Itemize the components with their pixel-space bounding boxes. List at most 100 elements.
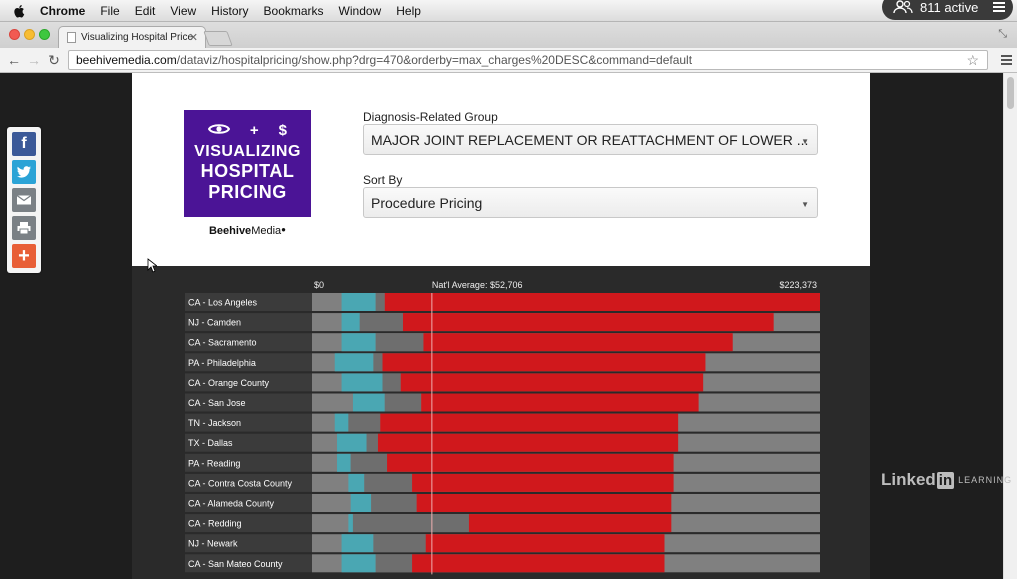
bookmark-star-icon[interactable]: ☆: [966, 52, 979, 69]
watermark-sub: LEARNING: [958, 475, 1013, 485]
menu-window[interactable]: Window: [339, 4, 382, 18]
hamburger-icon[interactable]: [993, 2, 1005, 14]
pricing-chart-svg: $0 Nat'l Average: $52,706 $223,373 CA - …: [185, 280, 820, 575]
row-label: CA - San Mateo County: [188, 559, 283, 569]
browser-tab[interactable]: Visualizing Hospital Price ✕: [58, 26, 206, 48]
chart-row[interactable]: CA - Los Angeles: [185, 293, 820, 311]
drg-label: Diagnosis-Related Group: [363, 110, 498, 124]
mac-menu-bar: Chrome File Edit View History Bookmarks …: [0, 0, 1017, 22]
share-sidebar: f +: [7, 127, 41, 273]
chart-row[interactable]: PA - Reading: [185, 453, 820, 472]
charge-bar: [380, 413, 679, 432]
payment-bar: [348, 514, 353, 533]
row-label: CA - San Jose: [188, 398, 246, 408]
mouse-cursor-icon: [147, 258, 157, 273]
row-label: NJ - Camden: [188, 318, 241, 328]
url-path: /dataviz/hospitalpricing/show.php?drg=47…: [176, 53, 693, 67]
gap-bar: [373, 353, 383, 372]
chart-row[interactable]: NJ - Newark: [185, 534, 820, 553]
chart-row[interactable]: CA - Contra Costa County: [185, 473, 820, 492]
gap-bar: [359, 313, 403, 332]
charge-bar: [384, 293, 820, 311]
page-viewport: + $ VISUALIZING HOSPITAL PRICING Beehive…: [0, 73, 1017, 579]
chart-row[interactable]: CA - Sacramento: [185, 333, 820, 352]
more-share-button[interactable]: +: [12, 244, 36, 268]
logo-line-1: VISUALIZING: [194, 143, 301, 160]
charge-bar: [421, 393, 699, 412]
header-panel: + $ VISUALIZING HOSPITAL PRICING Beehive…: [132, 73, 870, 266]
browser-toolbar: ← → ↻ beehivemedia.com/dataviz/hospitalp…: [0, 48, 1017, 73]
row-label: CA - Orange County: [188, 378, 270, 388]
page-content: + $ VISUALIZING HOSPITAL PRICING Beehive…: [132, 73, 870, 579]
apple-icon[interactable]: [12, 4, 26, 18]
payment-bar: [341, 293, 376, 311]
chart-row[interactable]: TX - Dallas: [185, 433, 820, 452]
scrollbar-thumb[interactable]: [1007, 77, 1014, 109]
axis-min-label: $0: [314, 280, 324, 290]
payment-bar: [352, 393, 385, 412]
menu-bookmarks[interactable]: Bookmarks: [264, 4, 324, 18]
page-icon: [67, 32, 76, 43]
menu-edit[interactable]: Edit: [135, 4, 156, 18]
pricing-chart: $0 Nat'l Average: $52,706 $223,373 CA - …: [132, 266, 870, 579]
brand-bold: Beehive: [208, 225, 252, 237]
gap-bar: [350, 453, 388, 472]
plus-icon: +: [18, 244, 30, 267]
watermark-main: Linked: [881, 470, 936, 489]
row-label: TN - Jackson: [188, 418, 241, 428]
close-window-button[interactable]: [9, 29, 20, 40]
chart-row[interactable]: TN - Jackson: [185, 413, 820, 432]
close-tab-icon[interactable]: ✕: [189, 31, 198, 44]
address-bar[interactable]: beehivemedia.com/dataviz/hospitalpricing…: [68, 50, 988, 70]
chart-row[interactable]: PA - Philadelphia: [185, 353, 820, 372]
twitter-share-button[interactable]: [12, 160, 36, 184]
email-share-button[interactable]: [12, 188, 36, 212]
menu-chrome[interactable]: Chrome: [40, 4, 85, 18]
menu-view[interactable]: View: [170, 4, 196, 18]
back-button[interactable]: ←: [4, 52, 24, 68]
new-tab-button[interactable]: [203, 31, 233, 46]
logo-line-3: PRICING: [208, 182, 287, 202]
drg-select[interactable]: MAJOR JOINT REPLACEMENT OR REATTACHMENT …: [363, 124, 818, 155]
row-label: PA - Reading: [188, 458, 240, 468]
chart-row[interactable]: CA - Orange County: [185, 373, 820, 392]
zoom-window-button[interactable]: [39, 29, 50, 40]
forward-button[interactable]: →: [24, 52, 44, 68]
chrome-menu-icon[interactable]: [1001, 55, 1012, 67]
charge-bar: [400, 373, 704, 392]
drg-dropdown-arrow-icon: ▼: [801, 137, 809, 146]
menu-history[interactable]: History: [211, 4, 248, 18]
logo-line-2: HOSPITAL: [200, 161, 295, 181]
facebook-share-button[interactable]: f: [12, 132, 36, 156]
chart-row[interactable]: NJ - Camden: [185, 313, 820, 332]
gap-bar: [366, 433, 378, 452]
plus-symbol: +: [249, 122, 259, 139]
menu-file[interactable]: File: [100, 4, 119, 18]
chart-row[interactable]: CA - Alameda County: [185, 494, 820, 512]
twitter-icon: [17, 166, 31, 178]
chart-row[interactable]: CA - San Mateo County: [185, 554, 820, 573]
payment-bar: [337, 453, 351, 472]
reload-button[interactable]: ↻: [44, 52, 64, 69]
fullscreen-icon[interactable]: ⤡: [998, 28, 1007, 41]
sort-select[interactable]: Procedure Pricing ▼: [363, 187, 818, 218]
axis-max-label: $223,373: [779, 280, 817, 290]
gap-bar: [373, 534, 426, 553]
charge-bar: [377, 433, 679, 452]
chart-row[interactable]: CA - Redding: [185, 514, 820, 533]
drg-selected-value: MAJOR JOINT REPLACEMENT OR REATTACHMENT …: [371, 131, 809, 148]
print-button[interactable]: [12, 216, 36, 240]
eye-icon: [207, 124, 230, 134]
menu-help[interactable]: Help: [396, 4, 421, 18]
brand-name: BeehiveMedia●: [184, 225, 311, 237]
page-scrollbar[interactable]: [1003, 73, 1017, 579]
chart-row[interactable]: CA - San Jose: [185, 393, 820, 412]
charge-bar: [387, 453, 674, 472]
gap-bar: [375, 554, 413, 573]
minimize-window-button[interactable]: [24, 29, 35, 40]
gap-bar: [375, 333, 424, 352]
brand-rest: Media: [251, 225, 282, 237]
site-logo[interactable]: + $ VISUALIZING HOSPITAL PRICING: [184, 110, 311, 217]
gap-bar: [384, 393, 422, 412]
active-users-pill[interactable]: 811 active: [882, 0, 1013, 20]
